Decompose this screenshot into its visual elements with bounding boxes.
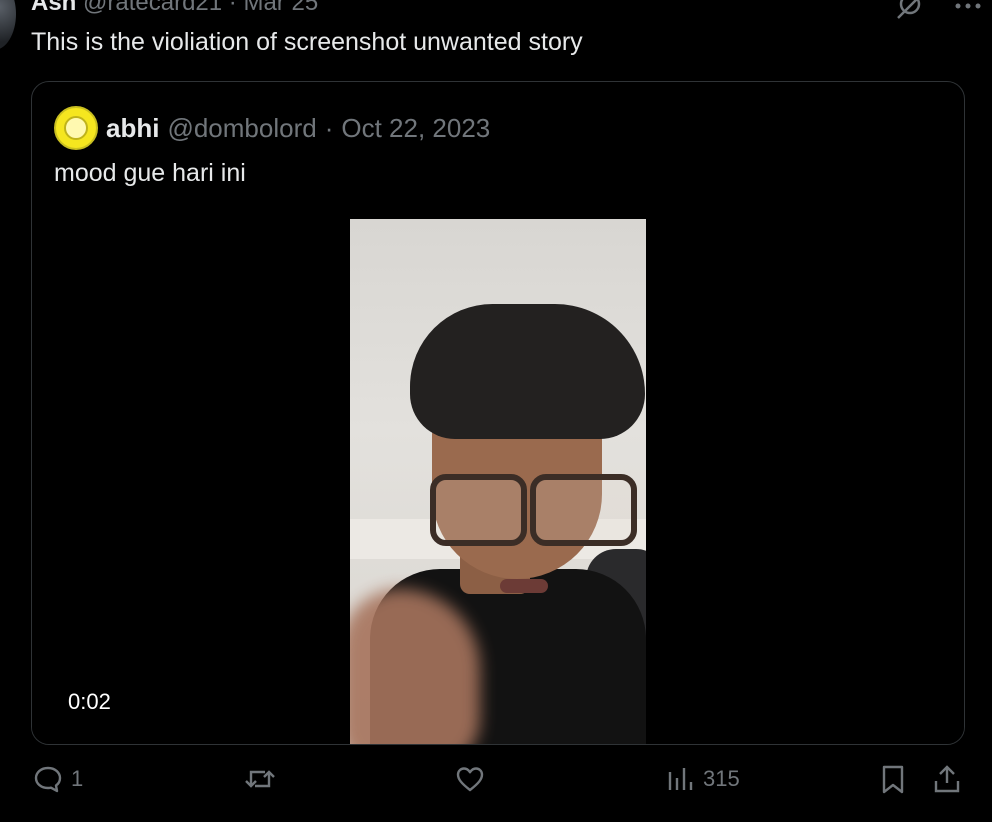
quoted-tweet-text: mood gue hari ini xyxy=(54,159,246,187)
share-icon xyxy=(932,763,962,795)
reply-count: 1 xyxy=(71,766,84,791)
author-avatar[interactable] xyxy=(0,0,16,50)
grok-icon[interactable] xyxy=(894,0,926,22)
video-player[interactable]: 0:02 xyxy=(32,219,964,744)
like-button[interactable] xyxy=(455,764,493,794)
quoted-author-avatar[interactable] xyxy=(54,106,98,150)
reply-icon xyxy=(33,764,63,794)
quoted-tweet-date[interactable]: Oct 22, 2023 xyxy=(341,113,490,144)
quoted-tweet-card[interactable]: abhi @dombolord · Oct 22, 2023 mood gue … xyxy=(31,81,965,745)
tweet-action-bar: 1 315 xyxy=(0,756,992,812)
views-count: 315 xyxy=(703,766,740,791)
quoted-separator: · xyxy=(324,112,334,143)
views-button[interactable]: 315 xyxy=(667,764,740,794)
video-frame xyxy=(350,219,646,744)
tweet-date[interactable]: Mar 25 xyxy=(243,0,318,16)
author-handle[interactable]: @ratecard21 xyxy=(83,0,222,16)
like-icon xyxy=(455,764,485,794)
share-button[interactable] xyxy=(932,763,962,795)
tweet-text: This is the violiation of screenshot unw… xyxy=(31,28,583,56)
quoted-tweet-header: abhi @dombolord · Oct 22, 2023 xyxy=(54,106,490,150)
retweet-icon xyxy=(243,764,277,794)
header-separator: · xyxy=(228,0,237,16)
quoted-author-handle[interactable]: @dombolord xyxy=(167,113,316,144)
quoted-author-name[interactable]: abhi xyxy=(106,113,159,144)
more-icon[interactable] xyxy=(952,0,984,14)
author-name[interactable]: Ash xyxy=(31,0,76,16)
retweet-button[interactable] xyxy=(243,764,285,794)
views-icon xyxy=(667,764,695,794)
tweet-top-actions xyxy=(894,0,984,22)
video-timecode: 0:02 xyxy=(68,689,111,714)
bookmark-icon xyxy=(879,764,907,796)
bookmark-button[interactable] xyxy=(879,764,907,796)
tweet-header: Ash @ratecard21 · Mar 25 xyxy=(31,0,318,18)
reply-button[interactable]: 1 xyxy=(33,764,83,794)
